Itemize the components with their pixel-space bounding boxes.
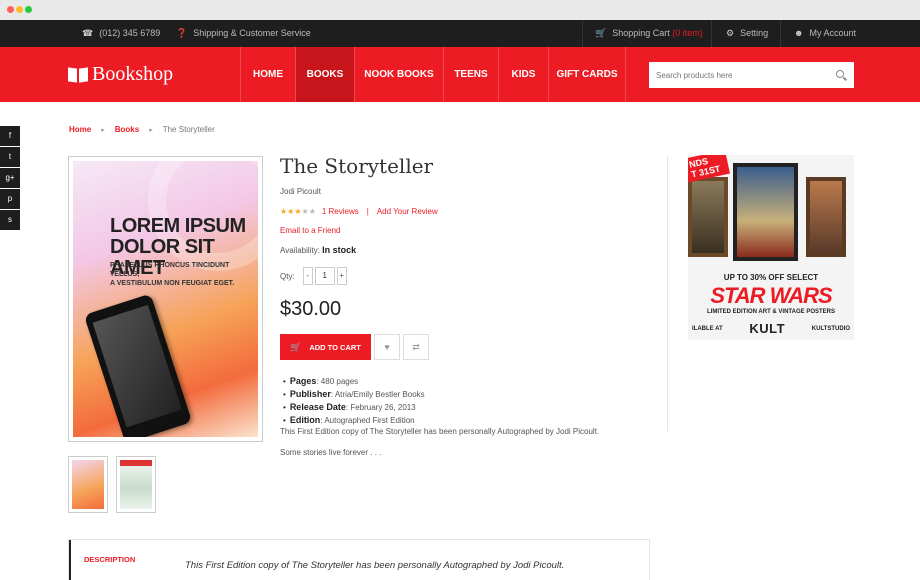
promo-headline: UP TO 30% OFF SELECT (723, 273, 819, 282)
compare-button[interactable]: ⇄ (403, 334, 429, 360)
question-circle-icon: ❓ (176, 28, 188, 38)
kult-logo: KULT (749, 321, 786, 336)
poster-frame (806, 177, 846, 257)
search-input[interactable] (649, 62, 829, 88)
product-rating: ★★★★★ 1 Reviews | Add Your Review (280, 207, 438, 216)
setting-link[interactable]: ⚙ Setting (726, 20, 768, 47)
thumbnail-image (120, 460, 152, 509)
compare-icon: ⇄ (412, 342, 420, 352)
search-icon[interactable] (836, 70, 844, 78)
maximize-window-icon[interactable] (25, 6, 32, 13)
qty-increase-button[interactable]: + (336, 267, 347, 285)
poster-frame (688, 177, 728, 257)
poster-frame (733, 163, 798, 261)
book-cover: LOREM IPSUM DOLOR SIT AMET PHASELLUS RHO… (73, 161, 258, 437)
availability-value: In stock (322, 245, 357, 255)
breadcrumb-books[interactable]: Books (115, 125, 139, 134)
add-review-link[interactable]: Add Your Review (377, 207, 438, 216)
nav-home[interactable]: HOME (240, 47, 295, 102)
chevron-right-icon: ▸ (101, 126, 105, 134)
skype-icon[interactable]: s (0, 210, 20, 230)
star-icon: ★ (301, 207, 309, 216)
cart-icon: 🛒 (290, 341, 302, 352)
brand-logo[interactable]: Bookshop (68, 47, 173, 102)
open-book-icon (68, 68, 88, 82)
browser-chrome (0, 0, 920, 20)
product-main-image[interactable]: LOREM IPSUM DOLOR SIT AMET PHASELLUS RHO… (68, 156, 263, 442)
thumbnail-image (72, 460, 104, 509)
divider (780, 20, 781, 47)
star-rating: ★★★★★ (280, 207, 316, 216)
email-friend-link[interactable]: Email to a Friend (280, 226, 340, 235)
divider (582, 20, 583, 47)
breadcrumb-home[interactable]: Home (69, 125, 91, 134)
breadcrumb: Home ▸ Books ▸ The Storyteller (69, 125, 215, 134)
top-bar: ☎ (012) 345 6789 ❓ Shipping & Customer S… (0, 20, 920, 47)
spec-pages: Pages: 480 pages (283, 375, 425, 388)
nav-books[interactable]: BOOKS (295, 47, 354, 102)
divider: | (366, 207, 369, 216)
cover-subtitle: PHASELLUS RHONCUS TINCIDUNT TELLUS, A VE… (110, 262, 235, 287)
qty-input[interactable]: 1 (314, 267, 335, 285)
quantity-stepper: Qty: - 1 + (280, 267, 347, 285)
qty-decrease-button[interactable]: - (302, 267, 313, 285)
product-price: $30.00 (280, 298, 342, 320)
nav-nook-books[interactable]: NOOK BOOKS (354, 47, 443, 102)
social-sidebar: f t g+ p s (0, 126, 20, 231)
nav-kids[interactable]: KIDS (498, 47, 548, 102)
heart-icon: ♥ (384, 342, 390, 352)
product-tabs: DESCRIPTION This First Edition copy of T… (68, 539, 650, 580)
product-thumbnail-2[interactable] (116, 456, 156, 513)
product-thumbnail-1[interactable] (68, 456, 108, 513)
user-icon: ☻ (794, 28, 804, 38)
star-icon: ★ (294, 207, 302, 216)
twitter-icon[interactable]: t (0, 147, 20, 167)
spec-publisher: Publisher: Atria/Emily Bestler Books (283, 388, 425, 401)
close-window-icon[interactable] (7, 6, 14, 13)
product-note: This First Edition copy of The Storytell… (280, 427, 600, 436)
wishlist-button[interactable]: ♥ (374, 334, 400, 360)
promo-title: STAR WARS (710, 283, 832, 308)
spec-edition: Edition: Autographed First Edition (283, 414, 425, 427)
product-tagline: Some stories live forever . . . (280, 448, 382, 457)
reviews-link[interactable]: 1 Reviews (322, 207, 359, 216)
phone-icon: ☎ (82, 28, 94, 38)
pinterest-icon[interactable]: p (0, 189, 20, 209)
phone-contact[interactable]: ☎ (012) 345 6789 (82, 20, 160, 47)
globe-icon: ⚙ (726, 28, 735, 38)
spec-release-date: Release Date: February 26, 2013 (283, 401, 425, 414)
promo-banner[interactable]: NDS T 31ST UP TO 30% OFF SELECT STAR WAR… (688, 155, 854, 340)
shopping-cart-link[interactable]: 🛒 Shopping Cart (0 item) (595, 20, 703, 47)
main-navbar: Bookshop HOME BOOKS NOOK BOOKS TEENS KID… (0, 47, 920, 102)
facebook-icon[interactable]: f (0, 126, 20, 146)
tab-description[interactable]: DESCRIPTION (69, 540, 167, 580)
add-to-cart-button[interactable]: 🛒 ADD TO CART (280, 334, 371, 360)
customer-service-link[interactable]: ❓ Shipping & Customer Service (176, 20, 311, 47)
product-title: The Storyteller (280, 154, 434, 178)
product-specs: Pages: 480 pages Publisher: Atria/Emily … (283, 375, 425, 427)
availability: Availability: In stock (280, 245, 357, 255)
nav-teens[interactable]: TEENS (443, 47, 498, 102)
star-icon: ★ (308, 207, 316, 216)
search-box (649, 62, 854, 88)
chevron-right-icon: ▸ (149, 126, 153, 134)
smartphone-illustration (83, 293, 193, 437)
divider (711, 20, 712, 47)
promo-footer: ILABLE AT KULT KULTSTUDIO (692, 321, 850, 336)
nav-gift-cards[interactable]: GIFT CARDS (548, 47, 626, 102)
breadcrumb-current: The Storyteller (162, 125, 215, 134)
minimize-window-icon[interactable] (16, 6, 23, 13)
my-account-link[interactable]: ☻ My Account (794, 20, 856, 47)
cart-count: (0 item) (672, 28, 703, 38)
product-author[interactable]: Jodi Picoult (280, 187, 321, 196)
column-divider (667, 156, 668, 431)
google-plus-icon[interactable]: g+ (0, 168, 20, 188)
cart-icon: 🛒 (595, 28, 607, 38)
description-text: This First Edition copy of The Storytell… (185, 560, 565, 571)
promo-subtitle: LIMITED EDITION ART & VINTAGE POSTERS (706, 309, 835, 315)
